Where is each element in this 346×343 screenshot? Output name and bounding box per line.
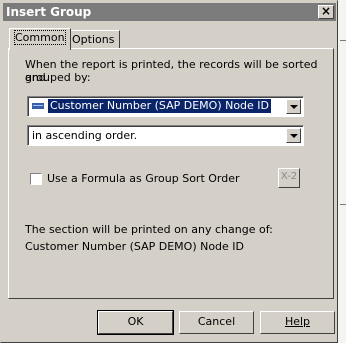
use-formula-checkbox[interactable] xyxy=(30,173,42,185)
sort-order-dropdown-arrow[interactable] xyxy=(286,128,301,143)
cancel-button[interactable]: Cancel xyxy=(179,311,254,334)
tab-common-label: Common xyxy=(14,30,66,45)
cancel-button-label: Cancel xyxy=(197,315,236,328)
formula-button[interactable]: X-2 xyxy=(278,168,300,188)
tab-common[interactable]: Common xyxy=(9,28,71,50)
ok-button-label: OK xyxy=(127,315,144,328)
help-button[interactable]: Help xyxy=(260,311,335,334)
title-bar[interactable]: Insert Group × xyxy=(3,3,336,21)
print-note-line-2: Customer Number (SAP DEMO) Node ID xyxy=(25,240,245,253)
ok-button[interactable]: OK xyxy=(97,310,174,335)
formula-icon: X-2 xyxy=(280,171,298,182)
tab-options-label: Options xyxy=(72,33,115,46)
field-icon xyxy=(32,103,44,109)
common-tab-panel: When the report is printed, the records … xyxy=(8,48,334,299)
close-icon: × xyxy=(320,4,332,18)
group-field-select[interactable]: Customer Number (SAP DEMO) Node ID xyxy=(27,96,304,117)
group-field-value: Customer Number (SAP DEMO) Node ID xyxy=(48,99,272,113)
insert-group-dialog: Insert Group × Common Options When the r… xyxy=(0,0,338,343)
group-field-dropdown-arrow[interactable] xyxy=(286,99,301,114)
description-line-2: grouped by: xyxy=(25,71,91,84)
dialog-title: Insert Group xyxy=(6,5,92,19)
close-button[interactable]: × xyxy=(318,5,334,19)
sort-order-select[interactable]: in ascending order. xyxy=(27,125,304,146)
background-divider xyxy=(340,204,346,205)
tab-options[interactable]: Options xyxy=(66,30,121,49)
sort-order-value: in ascending order. xyxy=(32,129,138,142)
print-note-line-1: The section will be printed on any chang… xyxy=(25,223,273,236)
help-button-label: Help xyxy=(284,315,311,328)
background-divider xyxy=(340,40,346,41)
background-window xyxy=(338,0,346,343)
use-formula-label[interactable]: Use a Formula as Group Sort Order xyxy=(47,172,240,185)
